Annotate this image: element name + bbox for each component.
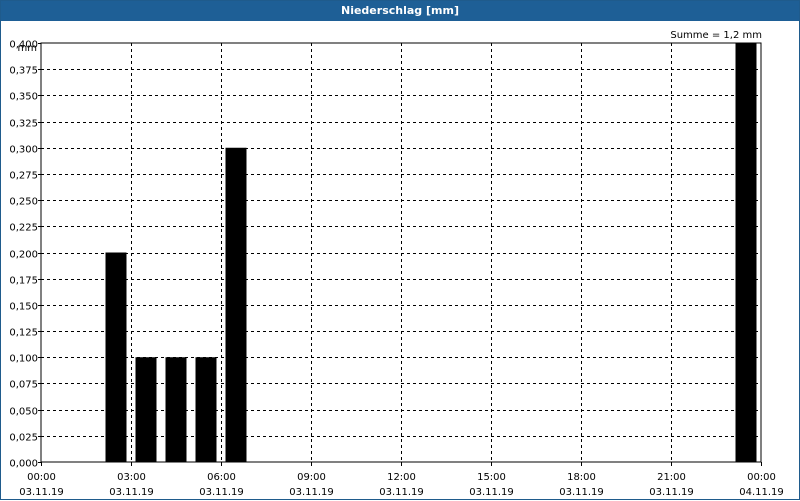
precipitation-bar	[165, 357, 187, 462]
x-tick-time-label: 18:00	[567, 472, 596, 483]
y-tick-label: 0,325	[9, 119, 38, 130]
y-tick-label: 0,050	[9, 407, 38, 418]
y-tick-label: 0,200	[9, 250, 38, 261]
y-tick-label: 0,275	[9, 171, 38, 182]
y-tick-label: 0,025	[9, 433, 38, 444]
y-tick-label: 0,000	[9, 459, 38, 470]
x-tick-time-label: 12:00	[387, 472, 416, 483]
x-tick-time-label: 15:00	[477, 472, 506, 483]
x-tick-time-label: 21:00	[657, 472, 686, 483]
precipitation-bar	[225, 147, 247, 462]
chart-window: Niederschlag [mm] mm Summe = 1,2 mm 0,00…	[0, 0, 800, 500]
x-tick-date-label: 03.11.19	[109, 487, 154, 498]
x-tick-date-label: 03.11.19	[469, 487, 514, 498]
y-tick-label: 0,100	[9, 354, 38, 365]
y-tick-label: 0,350	[9, 92, 38, 103]
x-tick-date-label: 03.11.19	[649, 487, 694, 498]
y-tick-label: 0,250	[9, 197, 38, 208]
y-tick-label: 0,150	[9, 302, 38, 313]
y-tick-label: 0,400	[9, 40, 38, 51]
x-tick-time-label: 00:00	[27, 472, 56, 483]
x-tick-date-label: 03.11.19	[289, 487, 334, 498]
x-tick-time-label: 00:00	[747, 472, 776, 483]
x-tick-time-label: 09:00	[297, 472, 326, 483]
precipitation-bar	[195, 357, 217, 462]
x-tick-date-label: 03.11.19	[559, 487, 604, 498]
y-tick-label: 0,225	[9, 223, 38, 234]
x-tick-date-label: 03.11.19	[379, 487, 424, 498]
y-tick-label: 0,075	[9, 380, 38, 391]
sum-annotation: Summe = 1,2 mm	[670, 30, 762, 41]
precipitation-bar	[135, 357, 157, 462]
x-tick-time-label: 06:00	[207, 472, 236, 483]
y-tick-label: 0,375	[9, 66, 38, 77]
x-tick-date-label: 03.11.19	[199, 487, 244, 498]
precipitation-bar	[105, 252, 127, 462]
x-tick-date-label: 03.11.19	[19, 487, 64, 498]
precipitation-bar	[735, 43, 757, 462]
x-tick-date-label: 04.11.19	[739, 487, 784, 498]
x-tick-time-label: 03:00	[117, 472, 146, 483]
precipitation-chart: mm Summe = 1,2 mm 0,0000,0250,0500,0750,…	[9, 30, 784, 498]
y-tick-label: 0,125	[9, 328, 38, 339]
y-tick-label: 0,175	[9, 276, 38, 287]
y-tick-label: 0,300	[9, 145, 38, 156]
